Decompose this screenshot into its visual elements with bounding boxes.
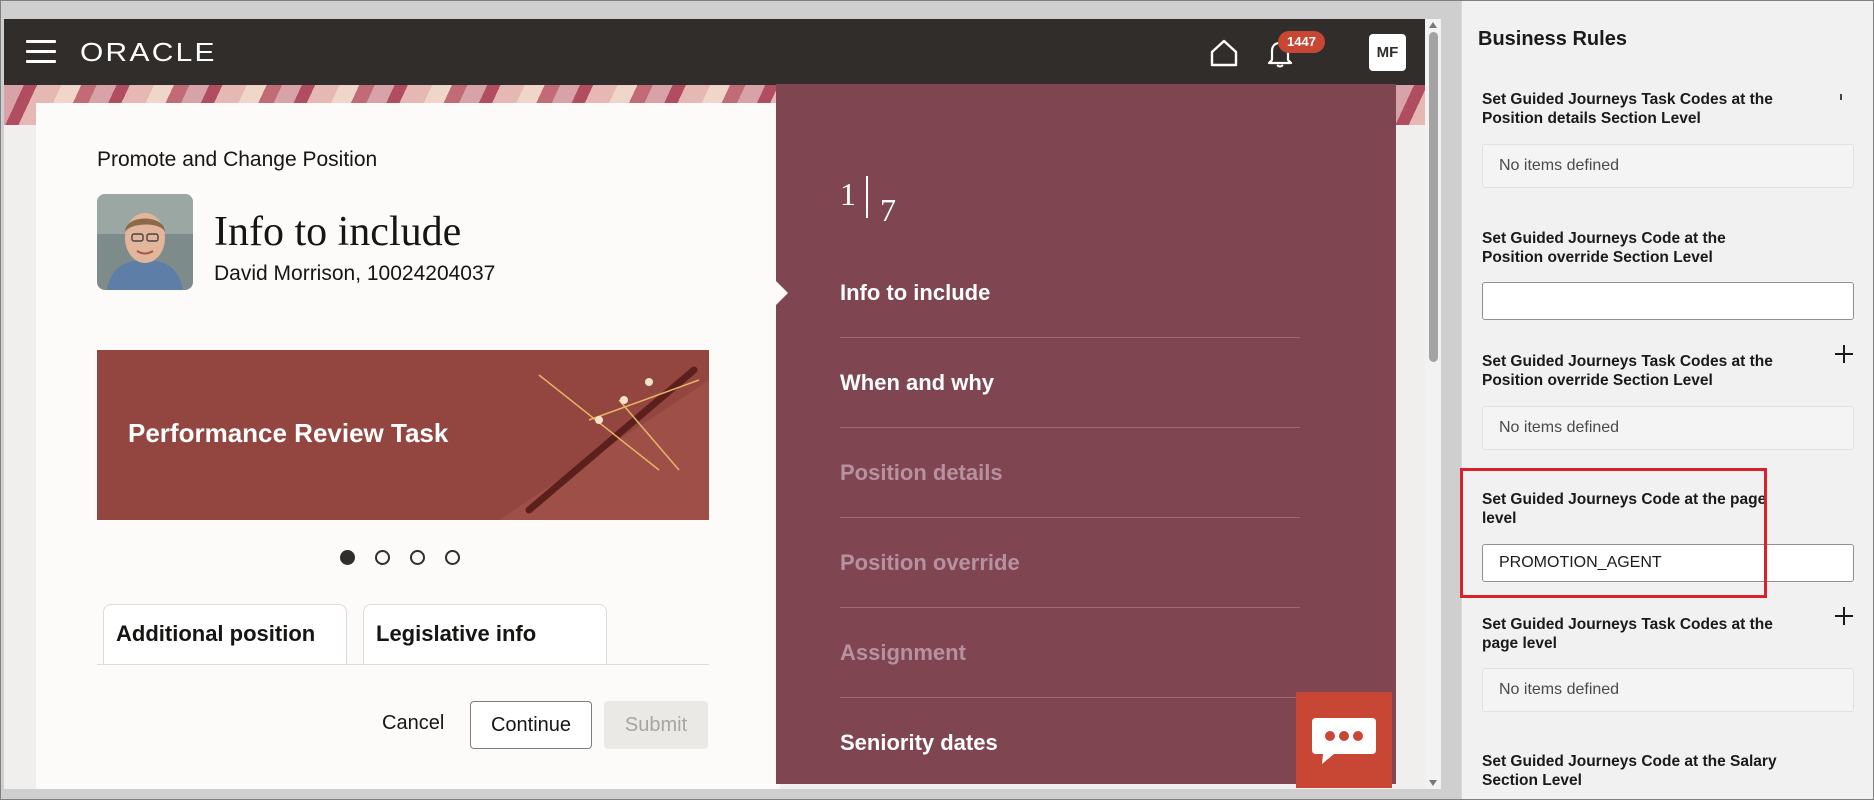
business-rules-panel: Business Rules Set Guided Journeys Task … <box>1461 0 1874 800</box>
step-current-number: 1 <box>840 176 856 212</box>
carousel-dot-4[interactable] <box>445 550 460 565</box>
step-total-number: 7 <box>880 192 896 228</box>
promo-banner[interactable]: Performance Review Task <box>97 350 709 520</box>
divider <box>97 664 709 665</box>
legislative-info-card[interactable]: Legislative info <box>363 604 607 664</box>
step-info-to-include[interactable]: Info to include <box>840 248 1300 338</box>
scroll-down-arrow-icon[interactable] <box>1429 780 1437 786</box>
cancel-button[interactable]: Cancel <box>368 700 458 747</box>
rule-label-position-override-code: Set Guided Journeys Code at the Position… <box>1482 230 1726 266</box>
business-rules-title: Business Rules <box>1478 28 1627 50</box>
home-icon[interactable] <box>1208 37 1240 69</box>
chat-icon <box>1312 718 1376 764</box>
rule-value-position-override-task-codes: No items defined <box>1482 406 1854 450</box>
annotation-highlight-box <box>1460 468 1767 598</box>
carousel-dot-3[interactable] <box>410 550 425 565</box>
current-step-pointer <box>776 281 788 305</box>
oracle-logo[interactable]: ORACLE <box>80 37 217 68</box>
position-override-code-input[interactable] <box>1482 282 1854 320</box>
panel-tick-mark <box>1840 94 1842 100</box>
scrollbar-thumb[interactable] <box>1429 32 1438 362</box>
person-name-id: David Morrison, 10024204037 <box>214 262 496 285</box>
additional-position-card[interactable]: Additional position <box>103 604 347 664</box>
continue-button[interactable]: Continue <box>470 701 592 749</box>
rule-label-position-details-task-codes: Set Guided Journeys Task Codes at the Po… <box>1482 91 1773 127</box>
carousel-pagination <box>340 550 460 565</box>
guided-steps-panel: 1 7 Info to include When and why Positio… <box>776 84 1396 784</box>
submit-button: Submit <box>604 701 708 749</box>
step-assignment: Assignment <box>840 608 1300 698</box>
person-photo <box>97 194 193 290</box>
hamburger-menu-icon[interactable] <box>26 40 56 64</box>
rule-label-salary-code: Set Guided Journeys Code at the Salary S… <box>1482 753 1777 789</box>
rule-label-page-level-task-codes: Set Guided Journeys Task Codes at the pa… <box>1482 616 1773 652</box>
top-navigation-bar: ORACLE 1447 MF <box>4 19 1428 85</box>
step-counter-divider <box>866 176 868 218</box>
rule-label-position-override-task-codes: Set Guided Journeys Task Codes at the Po… <box>1482 353 1773 389</box>
step-position-details: Position details <box>840 428 1300 518</box>
rule-value-page-level-task-codes: No items defined <box>1482 668 1854 712</box>
scroll-up-arrow-icon[interactable] <box>1429 22 1437 28</box>
add-page-level-task-code-plus-icon[interactable] <box>1832 604 1856 628</box>
add-position-override-task-code-plus-icon[interactable] <box>1832 342 1856 366</box>
carousel-dot-1[interactable] <box>340 550 355 565</box>
rowing-boat-illustration <box>499 366 709 520</box>
app-title: Promote and Change Position <box>97 148 378 171</box>
user-avatar[interactable]: MF <box>1369 34 1406 71</box>
chat-button[interactable] <box>1296 692 1392 788</box>
step-seniority-dates[interactable]: Seniority dates <box>840 698 1300 788</box>
step-position-override: Position override <box>840 518 1300 608</box>
step-when-and-why[interactable]: When and why <box>840 338 1300 428</box>
page-heading: Info to include <box>214 209 462 255</box>
carousel-dot-2[interactable] <box>375 550 390 565</box>
notification-badge: 1447 <box>1278 31 1325 53</box>
promo-title: Performance Review Task <box>128 418 449 448</box>
rule-value-position-details-task-codes: No items defined <box>1482 144 1854 188</box>
